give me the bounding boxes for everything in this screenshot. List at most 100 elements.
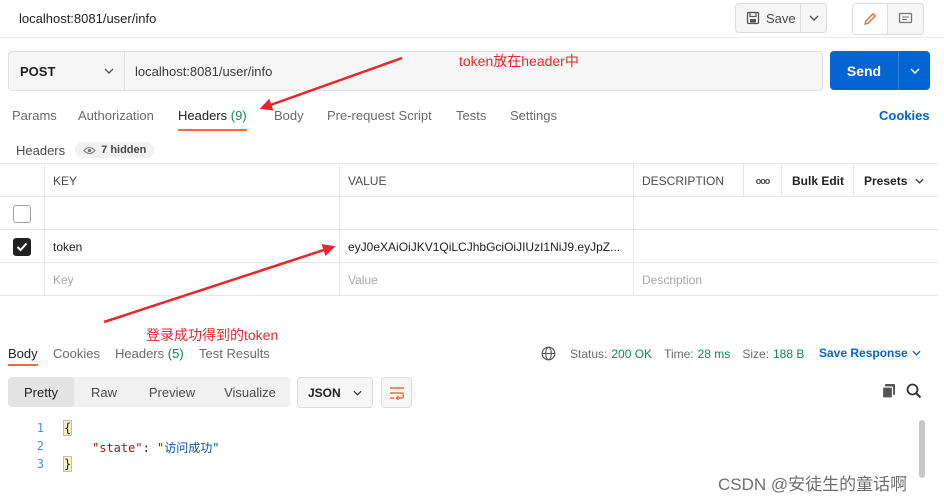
more-icon: ooo [755, 175, 770, 186]
row-description-cell[interactable] [634, 230, 938, 263]
save-dropdown-button[interactable] [801, 3, 827, 33]
resp-tab-body[interactable]: Body [8, 346, 38, 366]
chevron-down-icon [909, 67, 920, 74]
tab-headers-count: (9) [230, 108, 247, 123]
json-colon: : [142, 441, 158, 455]
response-body[interactable]: 1 2 3 { "state": "访问成功" } [0, 418, 930, 478]
tab-body[interactable]: Body [274, 108, 304, 123]
close-brace: } [62, 456, 73, 472]
column-description: DESCRIPTION [634, 164, 744, 197]
method-label: POST [20, 63, 56, 79]
bulk-edit-button[interactable]: Bulk Edit [782, 164, 854, 197]
presets-dropdown[interactable]: Presets [854, 164, 938, 197]
headers-subheader: Headers 7 hidden [16, 140, 155, 160]
watermark: CSDN @安徒生的童话啊 [718, 475, 908, 494]
response-status: Status: 200 OK Time: 28 ms Size: 188 B [541, 346, 804, 361]
status-label: Status: [570, 346, 608, 361]
line-number: 2 [36, 439, 44, 453]
request-title[interactable]: localhost:8081/user/info [19, 11, 156, 26]
row-value-cell[interactable] [340, 197, 634, 230]
send-dropdown-button[interactable] [899, 51, 930, 90]
resp-tab-headers-count: (5) [167, 346, 184, 361]
chevron-down-icon [915, 178, 924, 184]
table-row: token eyJ0eXAiOiJKV1QiLCJhbGciOiJIUzI1Ni… [0, 230, 938, 263]
table-header-row: KEY VALUE DESCRIPTION ooo Bulk Edit Pres… [0, 164, 938, 197]
json-key: "state" [92, 441, 143, 455]
response-scrollbar[interactable] [919, 420, 925, 478]
hidden-count: 7 hidden [101, 144, 147, 156]
headers-label: Headers [16, 142, 66, 158]
copy-button[interactable] [881, 383, 897, 402]
cookies-link[interactable]: Cookies [879, 108, 930, 123]
save-response-label: Save Response [819, 346, 908, 360]
time-value[interactable]: 28 ms [698, 347, 731, 361]
new-value-input[interactable]: Value [340, 263, 634, 296]
search-icon [906, 383, 922, 399]
save-button[interactable]: Save [735, 3, 801, 33]
tab-tests[interactable]: Tests [456, 108, 486, 123]
hidden-headers-toggle[interactable]: 7 hidden [75, 142, 155, 158]
send-button-group: Send [830, 51, 930, 90]
time-label: Time: [664, 346, 694, 361]
response-tabs: Body Cookies Headers (5) Test Results St… [0, 344, 944, 366]
more-options-button[interactable]: ooo [744, 164, 782, 197]
resp-tab-headers[interactable]: Headers (5) [115, 346, 184, 361]
headers-table: KEY VALUE DESCRIPTION ooo Bulk Edit Pres… [0, 163, 938, 296]
annotation-token-note: 登录成功得到的token [146, 327, 279, 343]
globe-icon[interactable] [541, 346, 556, 361]
code-line-state: "state": "访问成功" [92, 439, 219, 456]
presets-label: Presets [864, 173, 908, 188]
edit-mode-group [852, 3, 924, 35]
row-value-cell[interactable]: eyJ0eXAiOiJKV1QiLCJhbGciOiJIUzI1NiJ9.eyJ… [340, 230, 634, 263]
chevron-down-icon [353, 390, 362, 396]
resp-tab-test-results[interactable]: Test Results [199, 346, 270, 361]
pencil-icon [864, 12, 877, 25]
tab-headers[interactable]: Headers (9) [178, 108, 247, 131]
wrap-lines-button[interactable] [381, 377, 412, 408]
resp-tab-cookies[interactable]: Cookies [53, 346, 100, 361]
request-tabs: Params Authorization Headers (9) Body Pr… [0, 104, 944, 132]
method-select[interactable]: POST [9, 52, 125, 90]
top-bar: localhost:8081/user/info Save [0, 0, 944, 38]
save-label: Save [766, 10, 796, 26]
save-icon [746, 11, 760, 25]
format-select[interactable]: JSON [297, 377, 373, 408]
new-description-input[interactable]: Description [634, 263, 938, 296]
row-checkbox[interactable] [13, 204, 31, 223]
tab-pre-request-script[interactable]: Pre-request Script [327, 108, 432, 123]
size-value[interactable]: 188 B [773, 347, 804, 361]
tab-params[interactable]: Params [12, 108, 57, 123]
wrap-icon [389, 386, 404, 400]
comments-button[interactable] [888, 4, 923, 34]
row-key-cell[interactable]: token [45, 230, 340, 263]
chevron-down-icon [809, 15, 818, 21]
view-preview[interactable]: Preview [134, 377, 210, 407]
row-description-cell[interactable] [634, 197, 938, 230]
view-visualize[interactable]: Visualize [210, 377, 290, 407]
view-raw[interactable]: Raw [74, 377, 134, 407]
row-checkbox[interactable] [13, 237, 31, 256]
eye-icon [83, 146, 96, 154]
view-pretty[interactable]: Pretty [8, 377, 74, 407]
column-key: KEY [45, 164, 340, 197]
annotation-header-note: token放在header中 [459, 53, 579, 69]
tab-headers-label: Headers [178, 108, 228, 123]
view-mode-group: Pretty Raw Preview Visualize [8, 377, 290, 407]
row-key-cell[interactable] [45, 197, 340, 230]
edit-mode-button[interactable] [853, 4, 888, 34]
line-number: 3 [36, 457, 44, 471]
table-row [0, 197, 938, 230]
chevron-down-icon [104, 68, 114, 74]
line-number: 1 [36, 421, 44, 435]
search-button[interactable] [906, 383, 922, 402]
json-value: "访问成功" [157, 441, 220, 455]
open-brace: { [62, 420, 73, 436]
save-response-button[interactable]: Save Response [819, 346, 921, 360]
resp-tab-headers-label: Headers [115, 346, 165, 361]
table-row-new: Key Value Description [0, 263, 938, 296]
status-value[interactable]: 200 OK [611, 347, 652, 361]
tab-settings[interactable]: Settings [510, 108, 557, 123]
new-key-input[interactable]: Key [45, 263, 340, 296]
send-button[interactable]: Send [830, 51, 899, 90]
tab-authorization[interactable]: Authorization [78, 108, 154, 123]
